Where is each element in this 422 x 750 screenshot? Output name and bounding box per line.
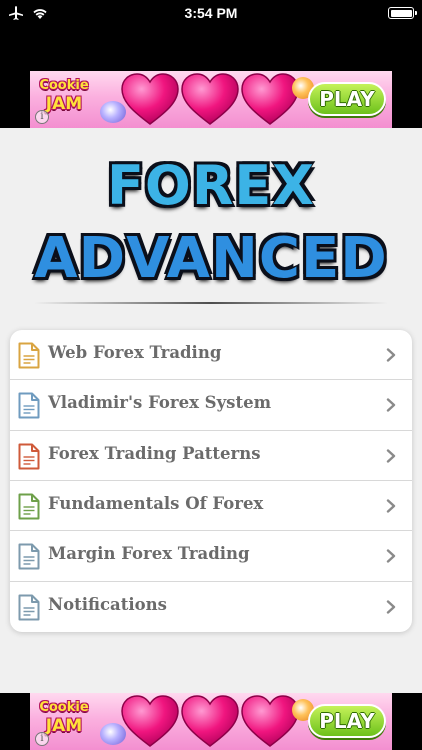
menu-item[interactable]: Forex Trading Patterns — [10, 431, 412, 481]
menu-item-label: Vladimir's Forex System — [48, 393, 272, 413]
heart-icon — [241, 73, 299, 125]
chevron-right-icon — [386, 499, 396, 513]
status-bar: 3:54 PM — [0, 0, 422, 26]
chevron-right-icon — [386, 549, 396, 564]
hearts-graphic — [120, 72, 300, 127]
menu-item-label: Margin Forex Trading — [48, 544, 250, 564]
document-icon — [18, 342, 40, 369]
menu-item-label: Web Forex Trading — [48, 343, 222, 362]
top-ad-banner[interactable]: Cookie JAM PLAY i — [30, 71, 392, 128]
document-icon — [18, 543, 40, 570]
title-line-1: FOREX — [107, 154, 315, 217]
menu-item[interactable]: Margin Forex Trading — [10, 531, 412, 582]
status-time: 3:54 PM — [184, 5, 238, 21]
ad-brand-line1: Cookie — [39, 78, 89, 93]
document-icon — [18, 392, 40, 419]
navigation-bar — [0, 26, 422, 71]
app-title-logo: FOREX ADVANCED — [0, 128, 422, 308]
chevron-right-icon — [386, 348, 396, 362]
menu-item[interactable]: Web Forex Trading — [10, 330, 412, 381]
ad-brand-line2: JAM — [45, 716, 83, 736]
ad-brand-line1: Cookie — [39, 700, 89, 715]
chevron-right-icon — [386, 599, 396, 614]
chevron-right-icon — [386, 448, 396, 463]
ad-info-icon[interactable]: i — [35, 732, 49, 746]
menu-list: Web Forex Trading Vladimir's Forex System… — [10, 330, 412, 632]
menu-item[interactable]: Fundamentals Of Forex — [10, 481, 412, 532]
menu-item-label: Forex Trading Patterns — [48, 443, 261, 463]
heart-icon — [241, 695, 299, 747]
divider — [34, 302, 388, 304]
document-icon — [18, 443, 40, 470]
chevron-right-icon — [386, 398, 396, 413]
heart-icon — [121, 73, 179, 125]
bottom-ad-container: Cookie JAM PLAY i — [0, 693, 422, 750]
ad-info-icon[interactable]: i — [35, 110, 49, 124]
heart-icon — [121, 695, 179, 747]
ad-play-button[interactable]: PLAY — [308, 82, 386, 116]
title-line-2: ADVANCED — [34, 226, 388, 291]
battery-icon — [388, 7, 417, 19]
hearts-graphic — [120, 694, 300, 749]
menu-item[interactable]: Notifications — [10, 582, 412, 632]
menu-item[interactable]: Vladimir's Forex System — [10, 380, 412, 431]
top-ad-container: Cookie JAM PLAY i — [0, 71, 422, 128]
ad-play-button[interactable]: PLAY — [308, 704, 386, 738]
menu-item-label: Notifications — [48, 594, 167, 614]
heart-icon — [181, 695, 239, 747]
bottom-ad-banner[interactable]: Cookie JAM PLAY i — [30, 693, 392, 750]
document-icon — [18, 493, 40, 520]
heart-icon — [181, 73, 239, 125]
ad-brand-line2: JAM — [45, 94, 83, 114]
menu-item-label: Fundamentals Of Forex — [48, 493, 264, 513]
document-icon — [18, 594, 40, 621]
